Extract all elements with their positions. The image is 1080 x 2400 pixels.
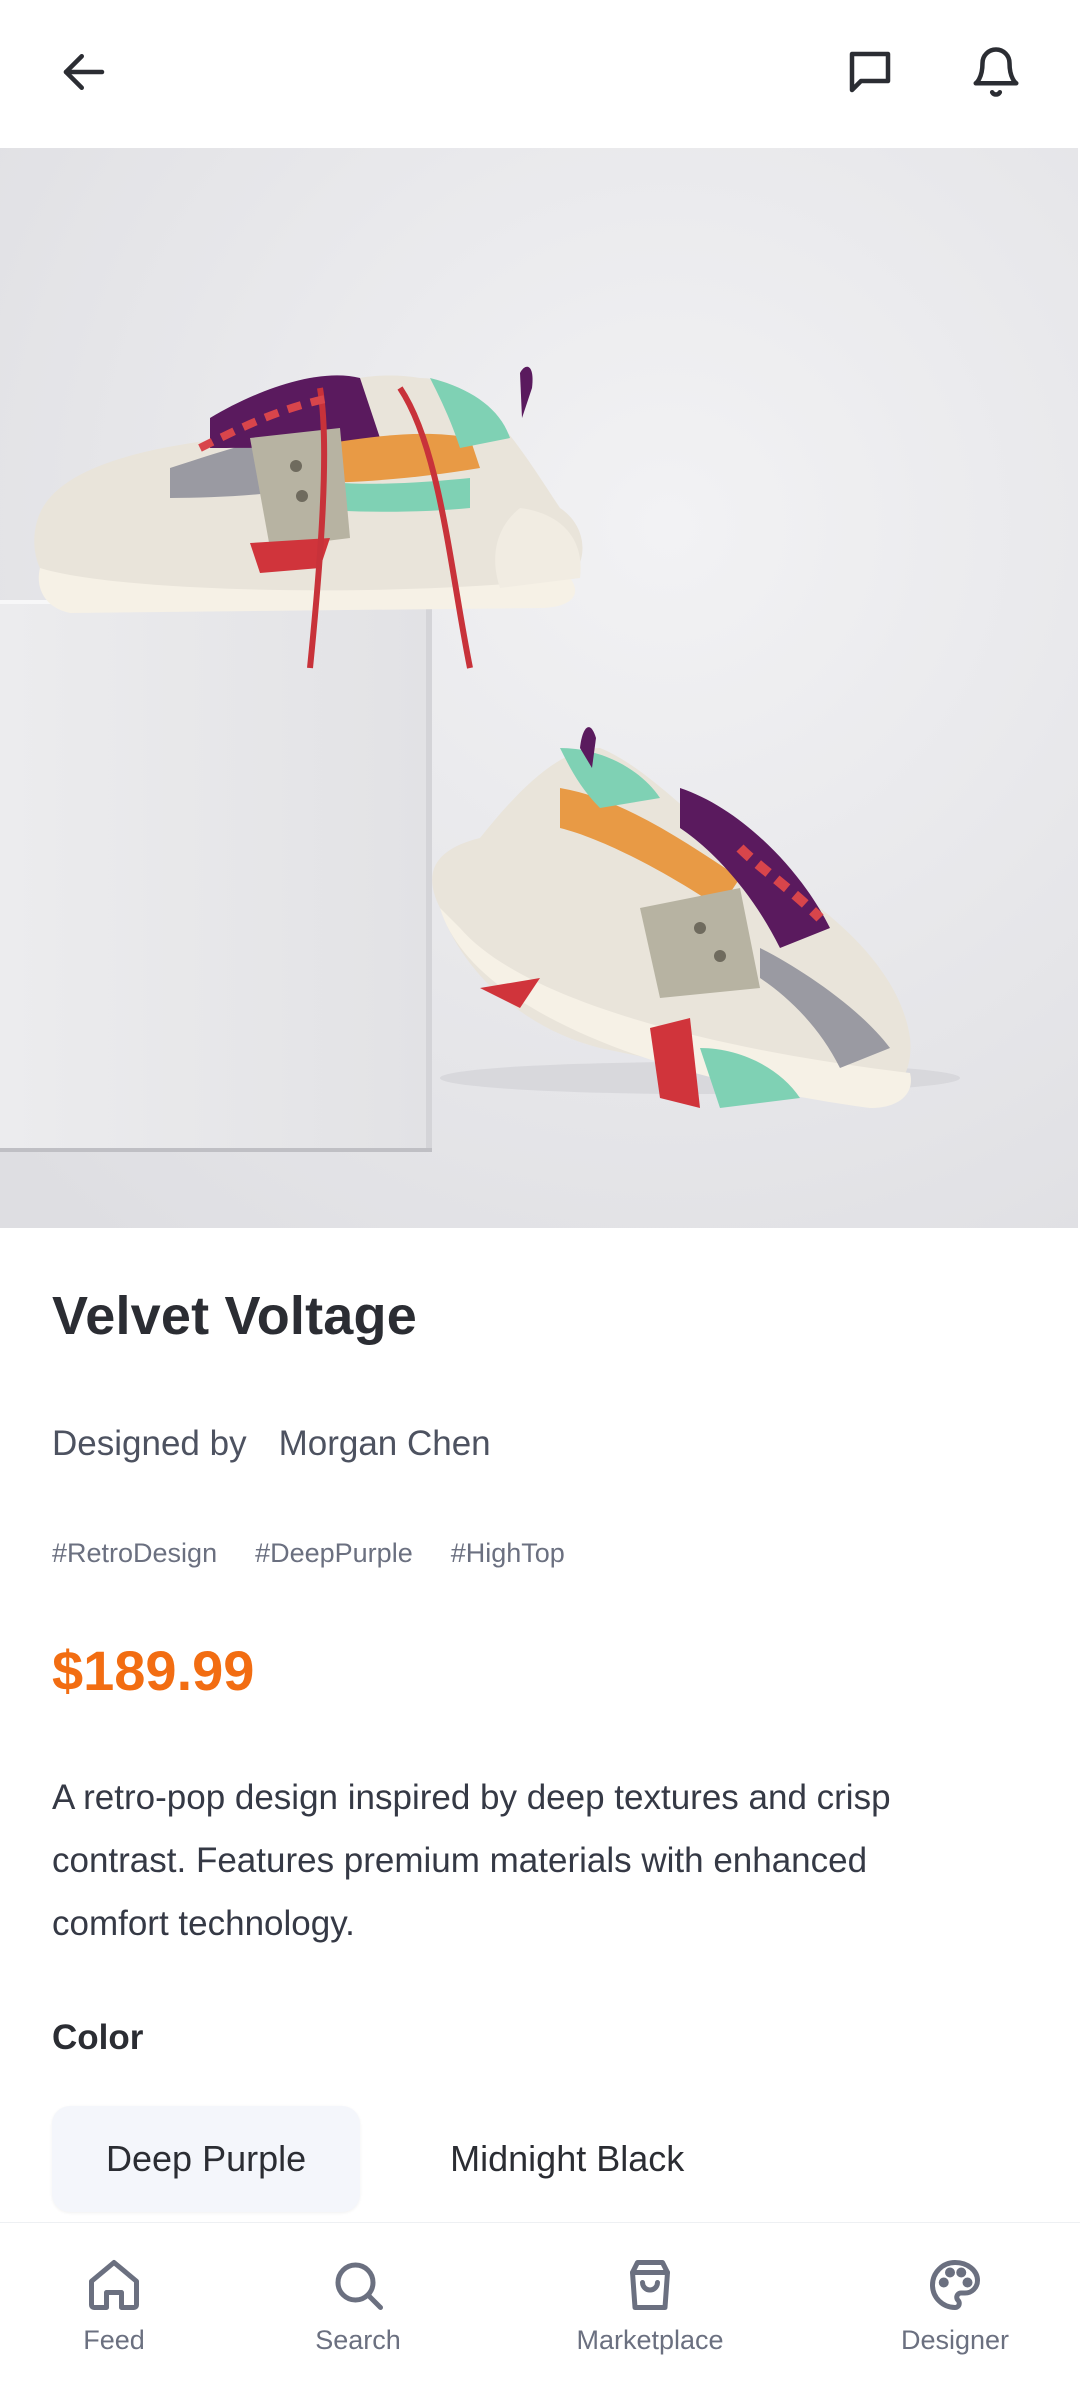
notifications-button[interactable] [948, 24, 1044, 120]
designed-by-label: Designed by [52, 1424, 247, 1463]
home-icon [89, 2260, 139, 2310]
search-icon [335, 2262, 383, 2310]
nav-label-marketplace: Marketplace [576, 2325, 724, 2355]
back-button[interactable] [36, 24, 132, 120]
color-options: Deep Purple Midnight Black [52, 2106, 738, 2212]
tag[interactable]: #RetroDesign [52, 1538, 217, 1569]
nav-label-designer: Designer [900, 2325, 1010, 2355]
tag-list: #RetroDesign #DeepPurple #HighTop [52, 1538, 565, 1569]
tag[interactable]: #DeepPurple [255, 1538, 413, 1569]
color-option-midnight-black[interactable]: Midnight Black [396, 2106, 738, 2212]
shopping-bag-icon [630, 2260, 670, 2310]
designer-name-link[interactable]: Morgan Chen [279, 1424, 491, 1464]
chat-bubble-icon [849, 51, 891, 93]
sneaker-illustration [0, 148, 1078, 1228]
nav-item-designer[interactable]: Designer [890, 2223, 1020, 2400]
nav-item-marketplace[interactable]: Marketplace [560, 2223, 740, 2400]
product-detail-screen: Velvet Voltage Designed by Morgan Chen #… [0, 0, 1080, 2400]
tag[interactable]: #HighTop [451, 1538, 565, 1569]
nav-label-search: Search [315, 2325, 401, 2355]
bottom-navigation: Feed Search Marketplace Designer [0, 2222, 1080, 2400]
color-option-deep-purple[interactable]: Deep Purple [52, 2106, 361, 2212]
top-app-bar [0, 0, 1080, 148]
product-image [0, 148, 1078, 1228]
designer-credit: Designed by Morgan Chen [52, 1424, 491, 1464]
palette-icon [930, 2260, 980, 2310]
bell-icon [973, 47, 1019, 97]
product-description: A retro-pop design inspired by deep text… [52, 1778, 891, 1943]
product-price: $189.99 [52, 1639, 255, 1702]
product-title: Velvet Voltage [52, 1286, 417, 1346]
messages-button[interactable] [822, 24, 918, 120]
nav-item-search[interactable]: Search [298, 2223, 418, 2400]
arrow-left-icon [63, 54, 105, 90]
color-section-label: Color [52, 2018, 144, 2057]
nav-item-feed[interactable]: Feed [58, 2223, 170, 2400]
nav-label-feed: Feed [83, 2325, 145, 2355]
